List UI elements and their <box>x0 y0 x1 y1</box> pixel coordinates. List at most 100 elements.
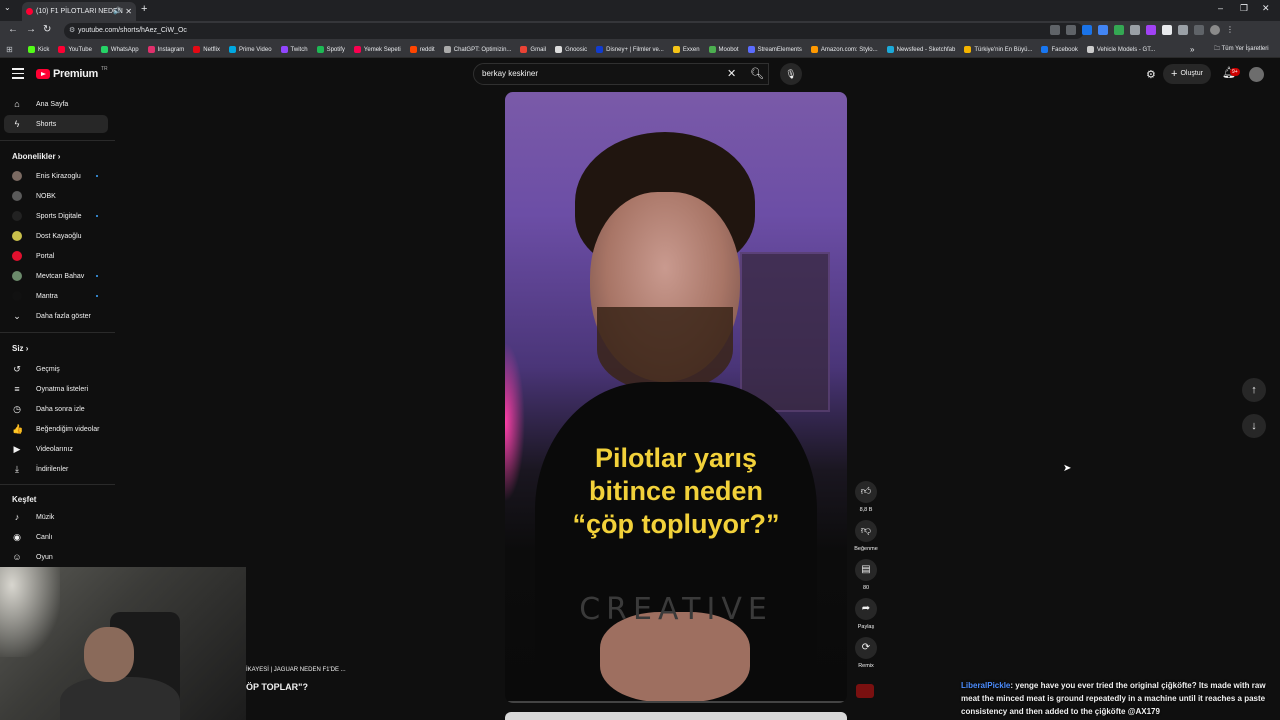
search-icon[interactable]: 🔍︎ <box>745 63 769 85</box>
new-tab-button[interactable]: + <box>141 3 147 15</box>
sidebar-item[interactable]: ≡ Oynatma listeleri <box>4 380 108 398</box>
extension-icon[interactable] <box>1114 25 1124 35</box>
you-heading[interactable]: Siz › <box>12 344 28 353</box>
sidebar-item[interactable]: ♪ Müzik <box>4 508 108 526</box>
bookmark-item[interactable]: Moobot <box>708 46 739 53</box>
channel-avatar <box>12 291 22 301</box>
sidebar-item[interactable]: Mantra <box>4 287 108 305</box>
back-icon[interactable]: ← <box>8 24 18 35</box>
extension-icon[interactable] <box>1130 25 1140 35</box>
explore-heading[interactable]: Keşfet <box>12 495 36 504</box>
bookmark-item[interactable]: Kick <box>28 46 49 53</box>
bookmark-item[interactable]: StreamElements <box>747 46 802 53</box>
site-info-icon[interactable]: ⚙ <box>69 23 75 39</box>
extension-icon[interactable] <box>1146 25 1156 35</box>
create-button[interactable]: + Oluştur <box>1163 64 1211 84</box>
sidebar-item[interactable]: ⤓ İndirilenler <box>4 460 108 478</box>
bookmark-item[interactable]: reddit <box>409 46 435 53</box>
bookmark-item[interactable]: WhatsApp <box>100 46 139 53</box>
sidebar-item[interactable]: 👍 Beğendiğim videolar <box>4 420 108 438</box>
install-app-icon[interactable] <box>1050 25 1060 35</box>
sidebar-item[interactable]: Enis Kirazoglu <box>4 167 108 185</box>
previous-short-arrow-icon[interactable]: ↑ <box>1242 378 1266 402</box>
bookmark-item[interactable]: Netflix <box>193 46 220 53</box>
split-view-icon[interactable] <box>1194 25 1204 35</box>
show-more-button[interactable]: ⌄ Daha fazla göster <box>4 307 108 325</box>
search-input[interactable]: berkay keskiner <box>473 63 769 85</box>
bookmark-label: Twitch <box>290 46 308 53</box>
bookmark-item[interactable]: Gnoosic <box>555 46 587 53</box>
subscriptions-heading[interactable]: Abonelikler › <box>12 152 60 161</box>
tab-list-chevron-icon[interactable]: ⌄ <box>4 3 11 12</box>
sidebar-item[interactable]: Dost Kayaoğlu <box>4 227 108 245</box>
more-bookmarks-button[interactable]: » <box>1190 41 1194 58</box>
bookmark-item[interactable]: Disney+ | Filmler ve... <box>596 46 664 53</box>
like-button[interactable]: 👍︎ 8,8 B <box>855 481 877 513</box>
your-videos-icon: ▶ <box>13 443 21 454</box>
window-close-icon[interactable]: ✕ <box>1262 3 1270 14</box>
sidebar-item[interactable]: ▶ Videolarınız <box>4 440 108 458</box>
hamburger-menu-icon[interactable] <box>12 68 24 80</box>
clear-search-icon[interactable]: ✕ <box>727 67 736 80</box>
next-short-arrow-icon[interactable]: ↓ <box>1242 414 1266 438</box>
extensions-puzzle-icon[interactable] <box>1178 25 1188 35</box>
browser-tab-active[interactable]: (10) F1 PİLOTLARI NEDEN 🔊 ✕ <box>22 2 136 21</box>
bookmark-item[interactable]: Facebook <box>1041 46 1078 53</box>
sidebar-item[interactable]: ☺ Oyun <box>4 548 108 566</box>
all-bookmarks-button[interactable]: 🗀 Tüm Yer İşaretleri <box>1214 41 1269 58</box>
next-short-preview[interactable] <box>505 712 847 720</box>
bookmark-label: Türkiye'nin En Büyü... <box>974 46 1033 53</box>
sidebar-item[interactable]: Portal <box>4 247 108 265</box>
bookmark-star-icon[interactable] <box>1066 25 1076 35</box>
downloads-icon: ⤓ <box>15 463 19 474</box>
sidebar-item[interactable]: ϟ Shorts <box>4 115 108 133</box>
speaker-icon[interactable]: 🔊 <box>113 2 122 21</box>
voice-search-icon[interactable]: 🎙︎ <box>780 63 802 85</box>
bookmark-item[interactable]: Spotify <box>316 46 345 53</box>
person-beard <box>597 307 733 392</box>
bookmark-item[interactable]: Yemek Sepeti <box>353 46 401 53</box>
account-avatar[interactable] <box>1249 67 1264 82</box>
sidebar-item[interactable]: NOBK <box>4 187 108 205</box>
share-button[interactable]: ➦ Paylaş <box>855 598 877 630</box>
short-video-player[interactable]: Pilotlar yarış bitince neden “çöp topluy… <box>505 92 847 703</box>
browser-menu-icon[interactable]: ⋮ <box>1226 25 1234 35</box>
address-bar[interactable]: ⚙ youtube.com/shorts/hAez_CiW_Oc <box>64 23 1084 39</box>
sidebar-item[interactable]: ◷ Daha sonra izle <box>4 400 108 418</box>
bookmark-item[interactable]: Amazon.com: Stylo... <box>810 46 878 53</box>
minimize-icon[interactable]: – <box>1218 3 1223 13</box>
dislike-button[interactable]: 👎︎ Beğenme <box>854 520 878 552</box>
sidebar-item[interactable]: ↺ Geçmiş <box>4 360 108 378</box>
comment-icon: ▤ <box>855 559 877 581</box>
bookmark-item[interactable]: Türkiye'nin En Büyü... <box>964 46 1032 53</box>
remix-button[interactable]: ⟳ Remix <box>855 637 877 669</box>
youtube-premium-logo[interactable]: Premium TR <box>36 66 108 80</box>
bookmark-item[interactable]: Instagram <box>147 46 184 53</box>
maximize-icon[interactable]: ❐ <box>1240 3 1248 14</box>
reload-icon[interactable]: ↻ <box>43 24 51 35</box>
bookmark-item[interactable]: Newsfeed - Sketchfab <box>886 46 955 53</box>
video-progress-bar[interactable] <box>505 701 847 703</box>
forward-icon[interactable]: → <box>26 24 36 35</box>
apps-grid-icon[interactable]: ⊞ <box>6 45 13 54</box>
tab-close-icon[interactable]: ✕ <box>125 2 132 21</box>
extension-icon[interactable] <box>1098 25 1108 35</box>
extension-icon[interactable] <box>1162 25 1172 35</box>
sidebar-item[interactable]: ⌂ Ana Sayfa <box>4 95 108 113</box>
bookmark-item[interactable]: Gmail <box>520 46 546 53</box>
extension-icon[interactable] <box>1082 25 1092 35</box>
bookmark-item[interactable]: Vehicle Models - GT... <box>1086 46 1155 53</box>
extension-overlay-icon[interactable]: ⚙ <box>1146 68 1156 81</box>
sidebar-item[interactable]: Mevtcan Bahav <box>4 267 108 285</box>
bookmark-item[interactable]: Prime Video <box>228 46 272 53</box>
sidebar-item[interactable]: Sports Digitale <box>4 207 108 225</box>
profile-avatar-icon[interactable] <box>1210 25 1220 35</box>
sidebar-item[interactable]: ◉ Canlı <box>4 528 108 546</box>
comments-button[interactable]: ▤ 80 <box>855 559 877 591</box>
bookmark-label: Facebook <box>1051 46 1078 53</box>
bookmark-item[interactable]: ChatGPT: Optimizin... <box>443 46 511 53</box>
bookmark-item[interactable]: Exxen <box>672 46 700 53</box>
sound-thumbnail[interactable] <box>856 684 874 698</box>
bookmark-item[interactable]: Twitch <box>280 46 308 53</box>
bookmark-item[interactable]: YouTube <box>58 46 92 53</box>
